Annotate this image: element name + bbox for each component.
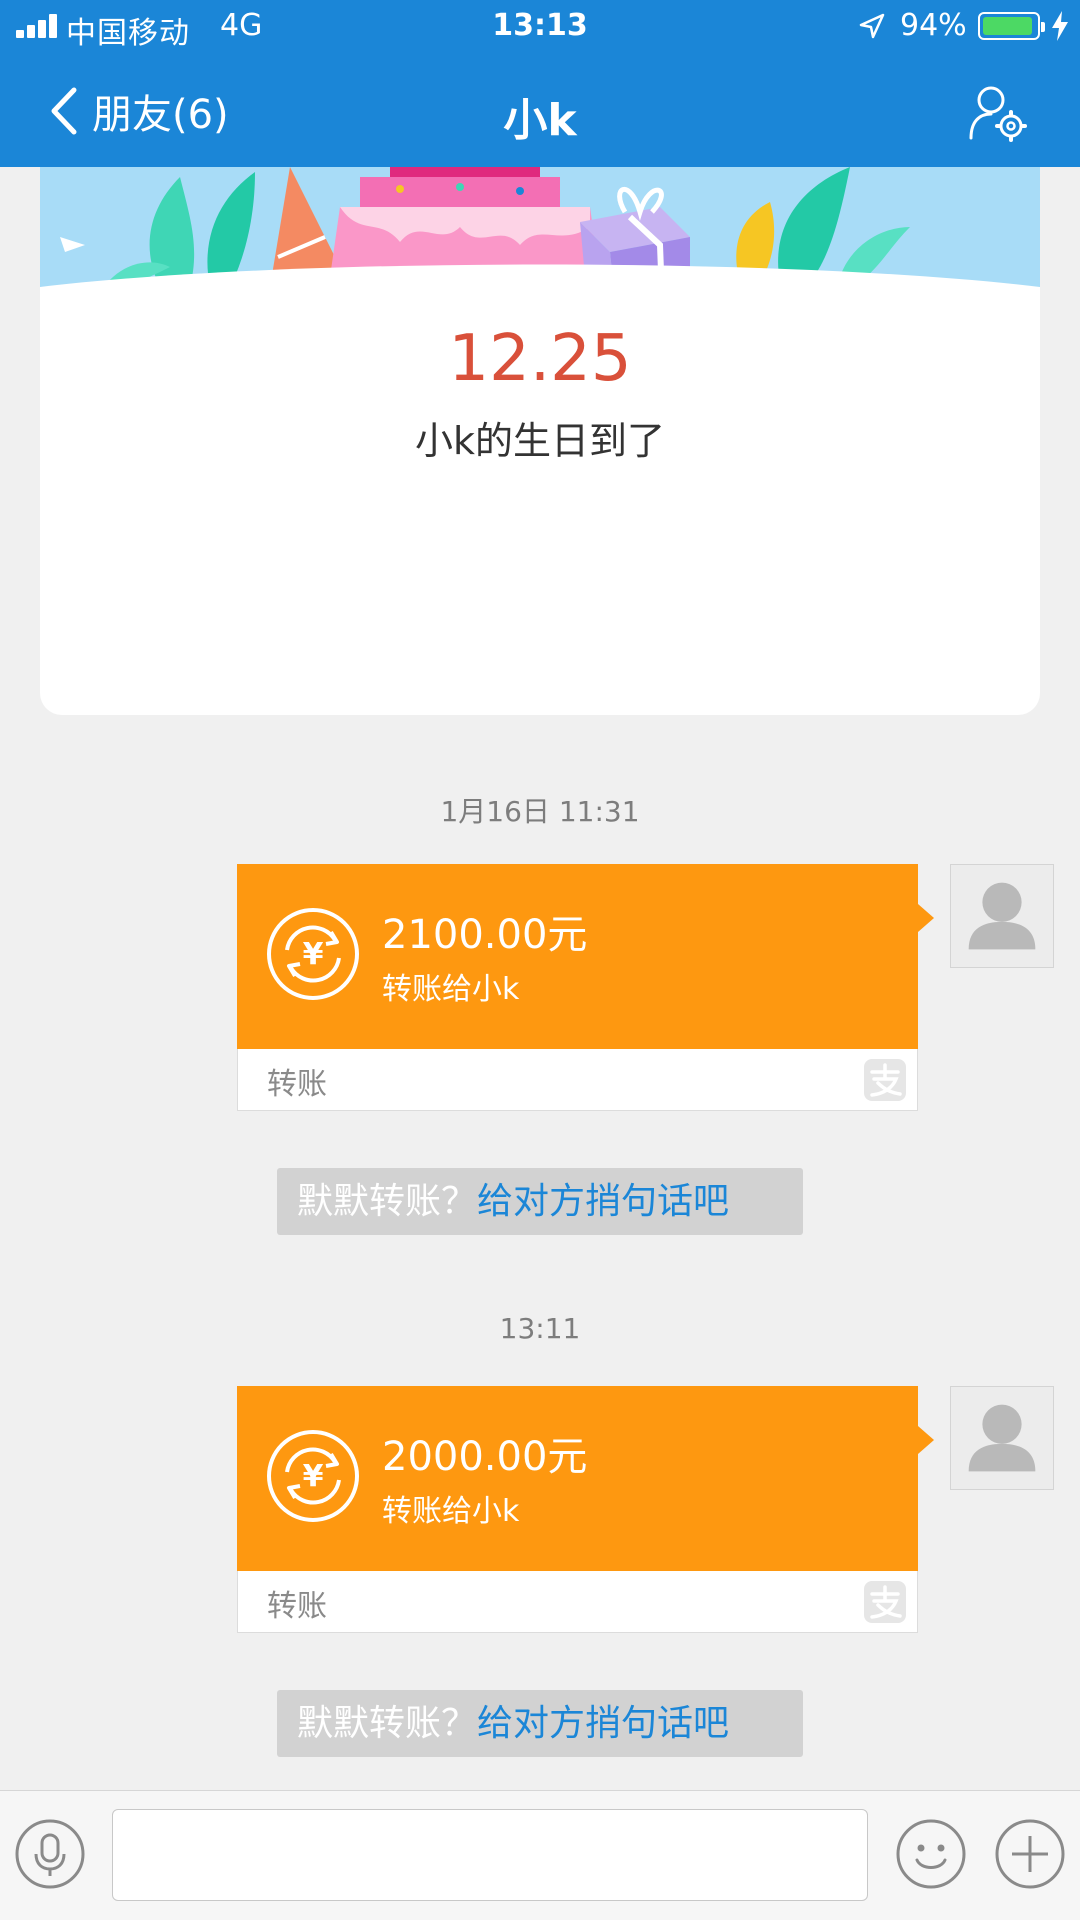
transfer-message[interactable]: ¥ 2000.00元 转账给小k 转账 <box>237 1386 934 1633</box>
battery-icon <box>978 12 1045 40</box>
transfer-type-label: 转账 <box>267 1589 327 1624</box>
birthday-card[interactable]: 12.25 小k的生日到了 <box>40 167 1040 715</box>
transfer-card-footer: 转账 <box>237 1571 918 1633</box>
user-avatar-icon <box>968 1404 1036 1472</box>
birthday-banner-illustration <box>40 167 1040 299</box>
page-title: 小k <box>503 95 577 146</box>
transfer-amount: 2100.00元 <box>382 912 588 958</box>
top-bar: 中国移动 4G 13:13 94% 朋友(6) 小k <box>0 0 1080 167</box>
user-avatar-icon <box>968 882 1036 950</box>
transfer-message[interactable]: ¥ 2100.00元 转账给小k 转账 <box>237 864 934 1111</box>
message-prompt: 默默转账？给对方捎句话吧 <box>277 1168 803 1235</box>
nav-bar: 朋友(6) 小k <box>0 54 1080 167</box>
chat-input-bar <box>0 1790 1080 1920</box>
avatar[interactable] <box>950 1386 1054 1490</box>
bubble-tail <box>918 1426 934 1454</box>
prompt-link[interactable]: 给对方捎句话吧 <box>477 1181 729 1222</box>
yen-exchange-icon: ¥ <box>267 908 359 1000</box>
battery-percent: 94% <box>900 8 967 43</box>
transfer-description: 转账给小k <box>382 1494 520 1529</box>
message-timestamp: 13:11 <box>499 1312 581 1345</box>
svg-text:¥: ¥ <box>303 937 324 972</box>
transfer-card-header: ¥ 2000.00元 转账给小k <box>237 1386 918 1571</box>
birthday-date: 12.25 <box>448 322 632 396</box>
smiley-icon[interactable] <box>895 1818 967 1890</box>
message-timestamp: 1月16日 11:31 <box>440 795 640 828</box>
prompt-text: 默默转账？ <box>297 1181 478 1222</box>
plus-icon[interactable] <box>994 1818 1066 1890</box>
svg-text:¥: ¥ <box>303 1459 324 1494</box>
alipay-icon <box>864 1581 906 1623</box>
prompt-text: 默默转账？ <box>297 1703 478 1744</box>
status-bar: 中国移动 4G 13:13 94% <box>0 0 1080 54</box>
transfer-card-footer: 转账 <box>237 1049 918 1111</box>
bubble-tail <box>918 904 934 932</box>
prompt-link[interactable]: 给对方捎句话吧 <box>477 1703 729 1744</box>
yen-exchange-icon: ¥ <box>267 1430 359 1522</box>
microphone-icon[interactable] <box>14 1818 86 1890</box>
transfer-card-header: ¥ 2100.00元 转账给小k <box>237 864 918 1049</box>
avatar[interactable] <box>950 864 1054 968</box>
birthday-text: 小k的生日到了 <box>414 419 665 463</box>
alipay-icon <box>864 1059 906 1101</box>
charging-bolt-icon <box>1052 11 1068 41</box>
transfer-amount: 2000.00元 <box>382 1434 588 1480</box>
profile-settings-icon[interactable] <box>965 80 1031 146</box>
transfer-description: 转账给小k <box>382 972 520 1007</box>
message-input[interactable] <box>112 1809 868 1901</box>
message-prompt: 默默转账？给对方捎句话吧 <box>277 1690 803 1757</box>
location-arrow-icon <box>859 13 885 39</box>
transfer-type-label: 转账 <box>267 1067 327 1102</box>
